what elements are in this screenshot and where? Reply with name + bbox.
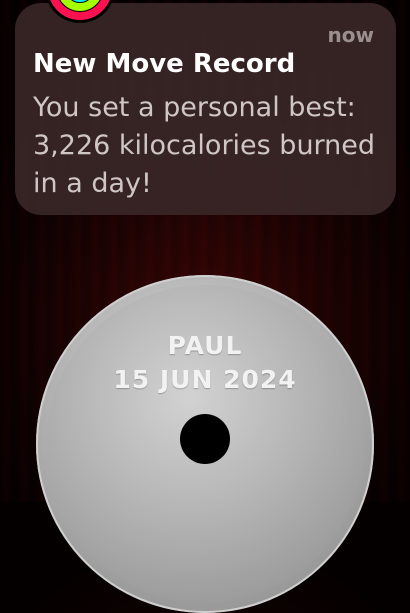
medal-center-hole xyxy=(180,414,230,464)
notification-card[interactable]: now New Move Record You set a personal b… xyxy=(15,0,396,215)
award-medal[interactable]: PAUL 15 JUN 2024 xyxy=(36,275,374,613)
notification-title: New Move Record xyxy=(33,49,296,79)
notification-message: You set a personal best: 3,226 kilocalor… xyxy=(33,92,376,199)
award-date: 15 JUN 2024 xyxy=(113,365,297,394)
activity-rings-icon xyxy=(45,0,115,23)
notification-timestamp: now xyxy=(327,23,374,47)
award-recipient-name: PAUL xyxy=(167,331,243,360)
